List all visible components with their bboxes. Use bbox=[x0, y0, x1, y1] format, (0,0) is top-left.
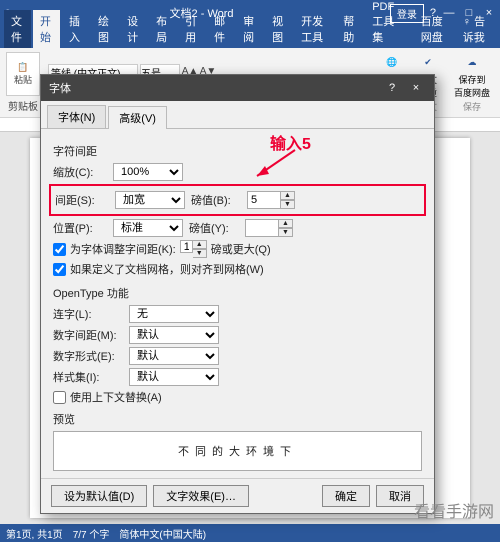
status-words[interactable]: 7/7 个字 bbox=[73, 526, 110, 541]
numspacing-label: 数字间距(M): bbox=[53, 327, 123, 343]
clipboard-icon: 📋 bbox=[17, 62, 28, 73]
context-label: 使用上下文替换(A) bbox=[70, 389, 162, 405]
translate-icon: 🌐 bbox=[382, 52, 402, 72]
baidu-save-group[interactable]: ☁ 保存到 百度网盘 保存 bbox=[450, 50, 494, 115]
kerning-label: 为字体调整字间距(K): bbox=[70, 241, 176, 257]
annotation-arrow-icon bbox=[245, 146, 315, 182]
tab-file[interactable]: 文件 bbox=[4, 10, 31, 48]
spin-up-icon[interactable]: ▲ bbox=[281, 191, 295, 200]
preview-box: 不同的大环境下 bbox=[53, 431, 422, 471]
dialog-titlebar: 字体 ? × bbox=[41, 75, 434, 101]
numform-label: 数字形式(E): bbox=[53, 348, 123, 364]
tab-review[interactable]: 审阅 bbox=[236, 10, 263, 48]
baidu-save-group-label: 保存 bbox=[463, 100, 481, 113]
ligature-label: 连字(L): bbox=[53, 306, 123, 322]
ribbon-tabs: 文件 开始 插入 绘图 设计 布局 引用 邮件 审阅 视图 开发工具 帮助 PD… bbox=[0, 26, 500, 48]
dialog-help-button[interactable]: ? bbox=[382, 78, 402, 98]
tab-mailings[interactable]: 邮件 bbox=[207, 10, 234, 48]
spin-down-icon[interactable]: ▼ bbox=[279, 228, 293, 237]
spacing-section-label: 字符间距 bbox=[53, 143, 422, 159]
opentype-section-label: OpenType 功能 bbox=[53, 285, 422, 301]
kerning-checkbox[interactable] bbox=[53, 243, 66, 256]
clipboard-group-label: 剪贴板 bbox=[8, 98, 38, 113]
font-dialog: 字体 ? × 字体(N) 高级(V) 字符间距 缩放(C): 100% 间距(S… bbox=[40, 74, 435, 514]
numform-select[interactable]: 默认 bbox=[129, 347, 219, 365]
baidu-save-label: 保存到 百度网盘 bbox=[454, 73, 490, 99]
tab-view[interactable]: 视图 bbox=[265, 10, 292, 48]
highlight-box: 间距(S): 加宽 磅值(B): ▲▼ bbox=[49, 184, 426, 216]
spin-up-icon[interactable]: ▲ bbox=[279, 219, 293, 228]
kerning-suffix: 磅或更大(Q) bbox=[211, 241, 271, 257]
tab-design[interactable]: 设计 bbox=[120, 10, 147, 48]
tab-help[interactable]: 帮助 bbox=[336, 10, 363, 48]
pound2-input[interactable] bbox=[245, 219, 279, 237]
spacing-label: 间距(S): bbox=[55, 192, 109, 208]
spin-down-icon[interactable]: ▼ bbox=[193, 249, 207, 258]
tab-draw[interactable]: 绘图 bbox=[91, 10, 118, 48]
paste-button[interactable]: 📋 粘贴 bbox=[6, 52, 40, 96]
tab-pdf[interactable]: PDF工具集 bbox=[365, 0, 412, 48]
paste-label: 粘贴 bbox=[14, 73, 32, 86]
kerning-input[interactable] bbox=[180, 240, 193, 253]
dialog-tab-font[interactable]: 字体(N) bbox=[47, 105, 106, 128]
tab-references[interactable]: 引用 bbox=[178, 10, 205, 48]
tab-layout[interactable]: 布局 bbox=[149, 10, 176, 48]
dialog-tabs: 字体(N) 高级(V) bbox=[41, 101, 434, 129]
dialog-body: 字符间距 缩放(C): 100% 间距(S): 加宽 磅值(B): ▲▼ 位置(… bbox=[41, 129, 434, 478]
kerning-spinner[interactable]: ▲▼ bbox=[180, 240, 207, 258]
position-label: 位置(P): bbox=[53, 220, 107, 236]
preview-section-label: 预览 bbox=[53, 411, 422, 427]
snap-label: 如果定义了文档网格，则对齐到网格(W) bbox=[70, 261, 264, 277]
pound-input[interactable] bbox=[247, 191, 281, 209]
tab-tellme[interactable]: ♀ 告诉我 bbox=[456, 10, 496, 48]
tab-baidu[interactable]: 百度网盘 bbox=[414, 10, 454, 48]
ligature-select[interactable]: 无 bbox=[129, 305, 219, 323]
dialog-buttons: 设为默认值(D) 文字效果(E)… 确定 取消 bbox=[41, 478, 434, 513]
dialog-close-button[interactable]: × bbox=[406, 78, 426, 98]
dialog-title: 字体 bbox=[49, 80, 71, 96]
spin-up-icon[interactable]: ▲ bbox=[193, 240, 207, 249]
dialog-tab-advanced[interactable]: 高级(V) bbox=[108, 106, 167, 129]
status-page[interactable]: 第1页, 共1页 bbox=[6, 526, 63, 541]
pound-spinner[interactable]: ▲▼ bbox=[247, 191, 295, 209]
status-bar: 第1页, 共1页 7/7 个字 简体中文(中国大陆) bbox=[0, 524, 500, 542]
pound-label: 磅值(B): bbox=[191, 192, 241, 208]
spin-down-icon[interactable]: ▼ bbox=[281, 200, 295, 209]
styleset-label: 样式集(I): bbox=[53, 369, 123, 385]
spacing-select[interactable]: 加宽 bbox=[115, 191, 185, 209]
styleset-select[interactable]: 默认 bbox=[129, 368, 219, 386]
tab-insert[interactable]: 插入 bbox=[62, 10, 89, 48]
cloud-icon: ☁ bbox=[462, 52, 482, 72]
scale-label: 缩放(C): bbox=[53, 164, 107, 180]
tab-home[interactable]: 开始 bbox=[33, 10, 60, 48]
status-language[interactable]: 简体中文(中国大陆) bbox=[119, 526, 206, 541]
pound2-spinner[interactable]: ▲▼ bbox=[245, 219, 293, 237]
numspacing-select[interactable]: 默认 bbox=[129, 326, 219, 344]
watermark-text: 看看手游网 bbox=[414, 498, 494, 522]
pound2-label: 磅值(Y): bbox=[189, 220, 239, 236]
ok-button[interactable]: 确定 bbox=[322, 485, 370, 507]
text-effects-button[interactable]: 文字效果(E)… bbox=[153, 485, 249, 507]
scale-select[interactable]: 100% bbox=[113, 163, 183, 181]
check-icon: ✔ bbox=[418, 52, 438, 72]
tab-developer[interactable]: 开发工具 bbox=[294, 10, 334, 48]
position-select[interactable]: 标准 bbox=[113, 219, 183, 237]
snap-checkbox[interactable] bbox=[53, 263, 66, 276]
set-default-button[interactable]: 设为默认值(D) bbox=[51, 485, 147, 507]
context-checkbox[interactable] bbox=[53, 391, 66, 404]
